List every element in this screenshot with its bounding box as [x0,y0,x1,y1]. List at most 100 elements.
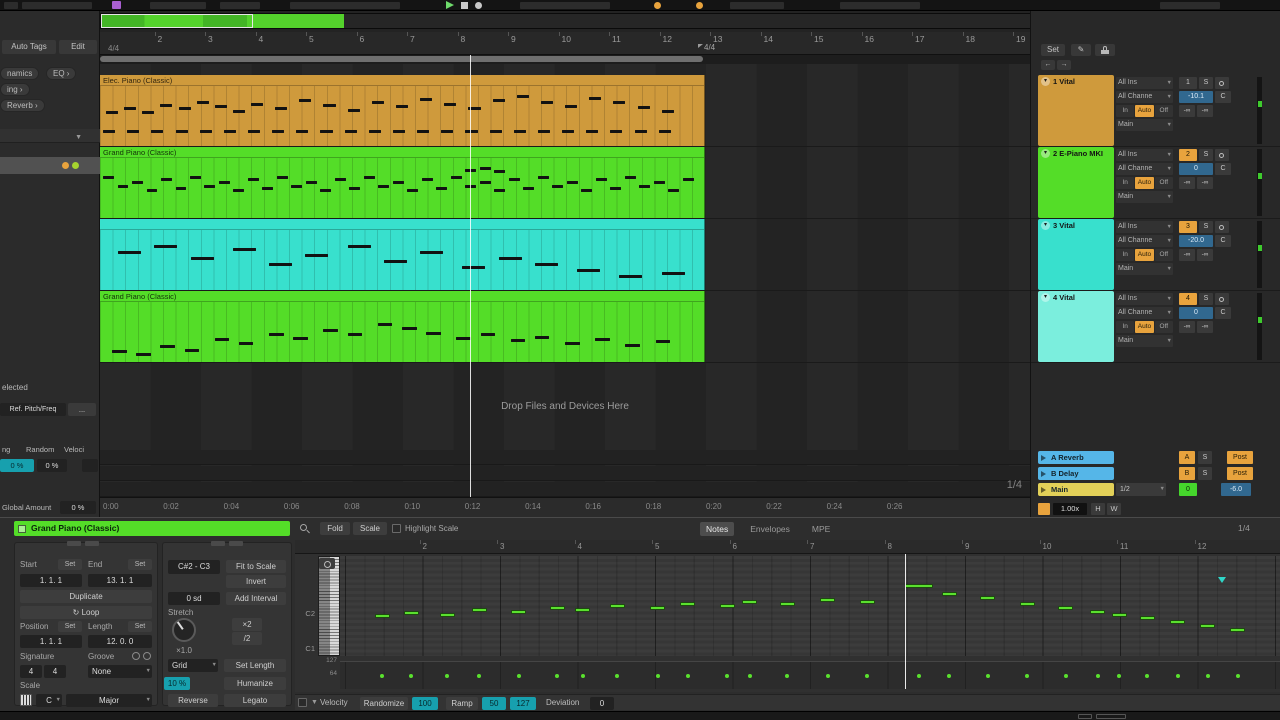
edit-tags-button[interactable]: Edit [59,40,97,54]
position-value-field[interactable]: 1. 1. 1 [20,635,82,648]
browser-selected-row[interactable] [0,157,100,174]
arrow-left-icon[interactable]: ← [1041,60,1055,70]
roll-note[interactable] [680,602,696,606]
input-type-select[interactable]: All Ins ▼ [1116,149,1173,161]
filter-chip-reverb[interactable]: Reverb › [0,99,45,112]
monitor-off-button[interactable]: Off [1154,105,1173,117]
roll-note[interactable] [403,611,419,615]
tab-mpe[interactable]: MPE [806,522,836,536]
post-toggle-button[interactable]: Post [1227,451,1253,464]
velocity-marker[interactable] [1205,674,1210,678]
randomize-amount-field[interactable]: 100 [412,696,438,710]
send-tag-button[interactable]: B [1179,467,1195,480]
roll-note[interactable] [549,606,565,610]
clip-title-bar[interactable]: Grand Piano (Classic) [14,521,290,536]
velocity-marker[interactable] [747,674,752,678]
velocity-marker[interactable] [985,674,990,678]
velocity-marker[interactable] [409,674,414,678]
random-value-field[interactable]: 0 % [37,459,67,472]
panel-tab-icon[interactable] [211,541,225,546]
velocity-marker[interactable] [685,674,690,678]
follow-icon[interactable] [1038,503,1050,515]
velocity-marker[interactable] [555,674,560,678]
ramp-button[interactable]: Ramp [446,696,478,710]
track-lane[interactable] [100,219,1030,291]
velocity-knob[interactable] [82,459,98,472]
volume-field[interactable]: 0 [1179,163,1213,175]
solo-button[interactable]: S [1198,467,1212,480]
roll-note[interactable] [980,596,996,600]
playback-speed-field[interactable]: 1.00x [1053,503,1087,515]
solo-button[interactable]: S [1198,451,1212,464]
send-b-field[interactable]: -∞ [1197,177,1213,189]
arrangement-position-field[interactable] [290,2,400,9]
track-activator-button[interactable]: 3 [1179,221,1197,233]
time-ruler[interactable]: 0:00 0:02 0:04 0:06 0:08 0:10 0:12 0:14 0:16 0:18… [100,497,1030,517]
arm-button[interactable] [1215,293,1229,305]
arm-button[interactable] [1215,149,1229,161]
key-map-icon[interactable] [112,1,121,9]
time-signature-field[interactable] [150,2,206,9]
midi-clip[interactable] [100,219,705,290]
velocity-marker[interactable] [1063,674,1068,678]
stretch-knob[interactable] [172,618,196,642]
deviation-field[interactable]: 0 [590,696,614,710]
post-toggle-button[interactable]: Post [1227,467,1253,480]
velocity-marker[interactable] [580,674,585,678]
solo-button[interactable]: S [1199,77,1213,89]
global-amount-field[interactable]: 0 % [60,501,96,514]
velocity-marker[interactable] [516,674,521,678]
track-name-box[interactable]: ▾ 1 Vital [1038,75,1114,146]
solo-button[interactable]: S [1199,149,1213,161]
filter-chip-mastering[interactable]: ing › [0,83,30,96]
humanize-amount-field[interactable]: 10 % [164,677,190,690]
randomize-button[interactable]: Randomize [360,696,408,710]
output-select[interactable]: Main ▼ [1116,335,1173,347]
groove-commit-icon[interactable] [132,652,140,660]
groove-hot-swap-icon[interactable] [143,652,151,660]
loop-bar[interactable] [100,55,1030,64]
send-a-field[interactable]: -∞ [1179,321,1195,333]
auto-tags-button[interactable]: Auto Tags [2,40,56,54]
midi-clip[interactable]: Grand Piano (Classic) [100,291,705,362]
track-activator-button[interactable]: 1 [1179,77,1197,89]
unfold-track-icon[interactable]: ▾ [1041,221,1050,230]
duplicate-button[interactable]: Duplicate [20,590,152,603]
roll-note[interactable] [439,613,455,617]
output-select[interactable]: Main ▼ [1116,119,1173,131]
input-channel-select[interactable]: All Channe ▼ [1116,235,1173,247]
solo-button[interactable]: S [1199,221,1213,233]
volume-field[interactable]: -20.0 [1179,235,1213,247]
velocity-marker[interactable] [1025,674,1030,678]
arm-button[interactable] [1215,77,1229,89]
humanize-button[interactable]: Humanize [224,677,286,690]
return-lane-a[interactable] [100,450,1030,465]
record-icon[interactable] [475,2,482,9]
return-name-box[interactable]: B Delay [1038,467,1114,480]
beat-time-ruler[interactable]: 4/4 4/4 2 3 4 5 6 7 8 9 10 11 12 13 14 15 16 17 18 19 [100,32,1030,55]
pitch-range-field[interactable]: C#2 - C3 [168,560,220,574]
time-signature-change-marker[interactable]: 4/4 [704,43,715,52]
loop-button[interactable]: ↻ Loop [20,606,152,619]
velocity-marker[interactable] [1175,674,1180,678]
pencil-icon[interactable]: ✎ [1071,44,1091,56]
input-type-select[interactable]: All Ins ▼ [1116,77,1173,89]
monitor-auto-button[interactable]: Auto [1135,321,1154,333]
return-name-box[interactable]: A Reverb [1038,451,1114,464]
more-options-button[interactable]: ... [68,403,96,416]
monitor-auto-button[interactable]: Auto [1135,177,1154,189]
panel-tab-icon[interactable] [229,541,243,546]
send-a-field[interactable]: -∞ [1179,105,1195,117]
send-tag-button[interactable]: A [1179,451,1195,464]
start-value-field[interactable]: 1. 1. 1 [20,574,82,587]
scale-root-select[interactable]: C ▼ [36,694,62,707]
unfold-track-icon[interactable]: ▾ [1041,293,1050,302]
monitor-in-button[interactable]: In [1116,177,1135,189]
pan-field[interactable]: C [1215,235,1231,247]
scale-degree-field[interactable]: 0 sd [168,592,220,605]
link-toggle[interactable] [4,2,18,9]
velocity-marker[interactable] [725,674,730,678]
input-channel-select[interactable]: All Channe ▼ [1116,163,1173,175]
input-channel-select[interactable]: All Channe ▼ [1116,91,1173,103]
piano-roll-ruler[interactable]: 2 3 4 5 6 7 8 9 10 11 12 [295,540,1280,554]
